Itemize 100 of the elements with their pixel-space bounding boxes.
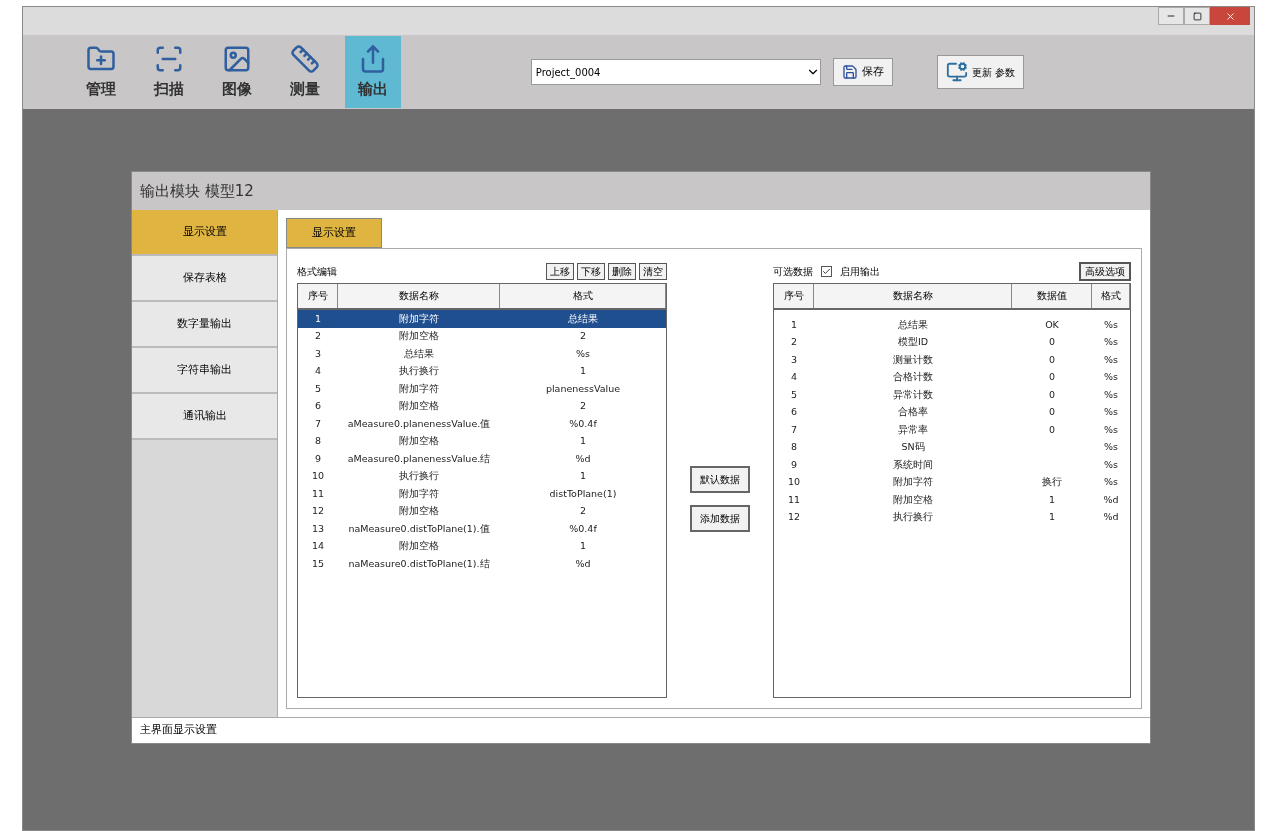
table-cell-text: 1 [578,469,587,484]
table-cell-text: 附加字符 [398,311,440,326]
list-action-button[interactable]: 清空 [639,262,667,280]
table-cell-text: %s [1103,440,1119,455]
table-cell-text: 6 [789,405,798,420]
list-action-button[interactable]: 下移 [577,262,605,280]
enable-output-checkbox[interactable] [821,265,832,277]
table-cell-text: %s [1103,387,1119,402]
table-cell-text: 2 [789,335,798,350]
table-row[interactable]: 13 naMeasure0.distToPlane(1).值 %0.4f [298,520,666,538]
table-cell-text: %0.4f [568,521,598,536]
table-cell-text: %s [1103,475,1119,490]
sidebar-item[interactable]: 数字量输出 [132,302,277,348]
table-cell-text: %s [1103,405,1119,420]
table-row[interactable]: 1 附加字符 总结果 [298,310,666,328]
update-button[interactable]: 更新 参数 [936,55,1024,89]
ruler-icon [290,43,320,74]
table-row[interactable]: 8 附加空格 1 [298,432,666,450]
list-action-button[interactable]: 删除 [608,262,636,280]
table-row[interactable]: 3 总结果 %s [298,345,666,363]
table-cell-text: %s [575,346,591,361]
table-cell-text: 9 [789,457,798,472]
table-cell-text: SN码 [900,440,926,455]
table-cell-text: 附加空格 [398,434,440,449]
table-cell-text: 执行换行 [892,510,934,525]
table-row[interactable]: 14 附加空格 1 [298,537,666,555]
table-row[interactable]: 2 附加空格 2 [298,327,666,345]
table-cell-text: 执行换行 [398,364,440,379]
table-cell-text: 总结果 [403,346,435,361]
table-cell-text: %s [1103,457,1119,472]
maximize-icon [1192,11,1202,21]
table-cell-text: 0 [1047,335,1056,350]
table-cell-text: 1 [578,539,587,554]
table-cell-text: 模型ID [896,335,930,350]
data-button[interactable]: 默认数据 [690,465,750,493]
table-cell-text: 2 [578,504,587,519]
table-cell-text: 12 [786,510,802,525]
table-cell-text: 14 [310,539,326,554]
table-cell-text: 8 [313,434,322,449]
column-header: 格式 [500,284,666,308]
table-row[interactable]: 7 aMeasure0.planenessValue.值 %0.4f [298,415,666,433]
sidebar-item[interactable]: 保存表格 [132,256,277,302]
toolbar-tool[interactable]: 扫描 [141,36,197,108]
save-icon [841,64,858,80]
table-cell-text: 1 [789,317,798,332]
table-cell-text: 0 [1047,405,1056,420]
table-cell-text: 4 [789,370,798,385]
minimize-button[interactable] [1158,7,1184,25]
table-cell-text: 0 [1047,370,1056,385]
table-cell-text: 1 [1047,492,1056,507]
list-action-button[interactable]: 上移 [546,262,574,280]
table-cell-text: 附加空格 [398,329,440,344]
table-row[interactable]: 10 执行换行 1 [298,467,666,485]
table-cell-text: 7 [789,422,798,437]
table-cell-text: 执行换行 [398,469,440,484]
data-button[interactable]: 添加数据 [690,504,750,532]
table-cell-text: 总结果 [567,311,599,326]
table-cell-text: 附加空格 [892,492,934,507]
table-cell-text: 2 [578,399,587,414]
table-cell-text: 11 [310,486,326,501]
toolbar-tool[interactable]: 测量 [277,36,333,108]
table-cell-text: 合格计数 [892,370,934,385]
toolbar-tool[interactable]: 管理 [73,36,129,108]
table-cell-text: 0 [1047,422,1056,437]
table-cell-text: 1 [1047,510,1056,525]
status-bar: 主界面显示设置 [132,717,1150,743]
table-row[interactable]: 5 附加字符 planenessValue [298,380,666,398]
close-icon [1224,10,1236,22]
table-cell-text: 4 [313,364,322,379]
maximize-button[interactable] [1184,7,1210,25]
format-edit-label: 格式编辑 [297,264,338,279]
save-button[interactable]: 保存 [832,58,893,86]
table-cell-text: planenessValue [544,381,622,396]
toolbar-tool[interactable]: 输出 [345,36,401,108]
table-cell-text: 5 [313,381,322,396]
toolbar-tool[interactable]: 图像 [209,36,265,108]
advanced-button[interactable]: 高级选项 [1079,261,1131,281]
table-row[interactable]: 11 附加字符 distToPlane(1) [298,485,666,503]
table-row[interactable]: 9 aMeasure0.planenessValue.结 %d [298,450,666,468]
table-row[interactable]: 15 naMeasure0.distToPlane(1).结 %d [298,555,666,573]
sidebar-item[interactable]: 通讯输出 [132,394,277,440]
table-cell-text: 3 [313,346,322,361]
table-cell-text: 5 [789,387,798,402]
column-header: 序号 [774,284,814,308]
table-cell-text: %s [1103,352,1119,367]
table-cell-text: 1 [578,364,587,379]
column-header: 数据名称 [814,284,1012,308]
project-value: Project_0004 [535,65,602,80]
table-row[interactable]: 6 附加空格 2 [298,397,666,415]
table-row[interactable]: 4 执行换行 1 [298,362,666,380]
project-dropdown[interactable]: Project_0004 [530,59,821,85]
table-cell-text: %d [1102,492,1120,507]
sidebar-item[interactable]: 字符串输出 [132,348,277,394]
table-cell-text: 7 [313,416,322,431]
settings-tab[interactable]: 显示设置 [286,218,382,248]
table-cell-text: 2 [578,329,587,344]
sidebar-item[interactable]: 显示设置 [132,210,277,256]
table-cell-text: 异常率 [897,422,929,437]
table-cell-text: 1 [578,434,587,449]
table-row[interactable]: 12 附加空格 2 [298,502,666,520]
